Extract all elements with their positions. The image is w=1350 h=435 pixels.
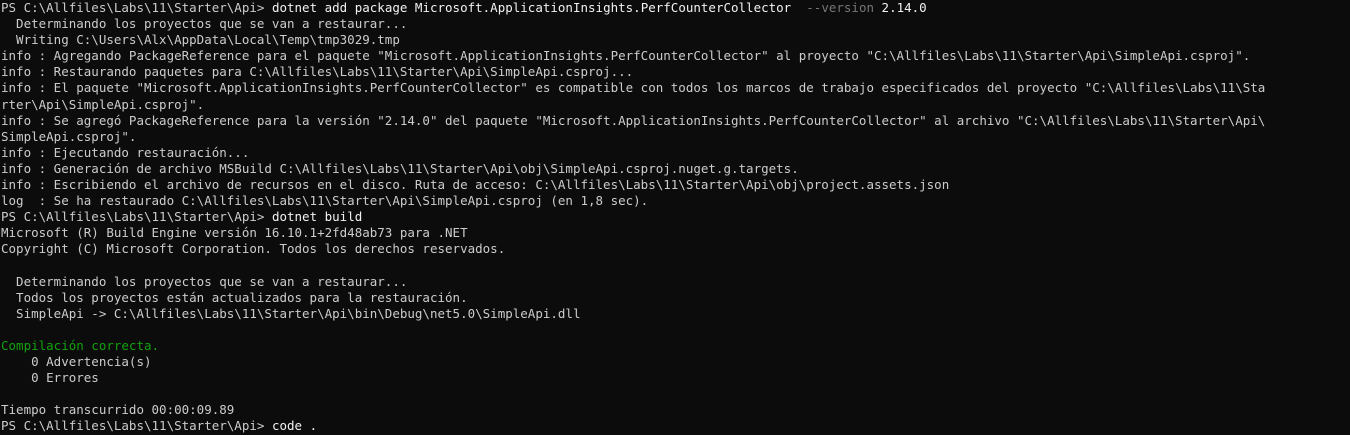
- build-success-message: Compilación correcta.: [1, 337, 160, 353]
- command-text: code .: [271, 418, 318, 434]
- command-line: PS C:\Allfiles\Labs\11\Starter\Api> dotn…: [1, 209, 1350, 225]
- output-line: info : Escribiendo el archivo de recurso…: [1, 177, 950, 193]
- output-line: info : Se agregó PackageReference para l…: [1, 112, 1266, 128]
- output-line: Determinando los proyectos que se van a …: [1, 16, 408, 32]
- output-line: info : Generación de archivo MSBuild C:\…: [1, 160, 799, 176]
- command-text: dotnet build: [271, 209, 363, 225]
- output-line: Copyright (C) Microsoft Corporation. Tod…: [1, 241, 506, 257]
- command-flag: --version: [791, 0, 875, 15]
- error-count: 0 Errores: [1, 370, 99, 386]
- command-line: PS C:\Allfiles\Labs\11\Starter\Api> code…: [1, 418, 1350, 434]
- command-arg: 2.14.0: [874, 0, 927, 15]
- output-line: SimpleApi.csproj".: [1, 128, 137, 144]
- output-line: log : Se ha restaurado C:\Allfiles\Labs\…: [1, 193, 649, 209]
- output-line: info : Restaurando paquetes para C:\Allf…: [1, 64, 634, 80]
- output-line: info : Agregando PackageReference para e…: [1, 48, 1251, 64]
- prompt: PS C:\Allfiles\Labs\11\Starter\Api>: [1, 418, 272, 434]
- prompt: PS C:\Allfiles\Labs\11\Starter\Api>: [1, 0, 272, 15]
- command-line: PS C:\Allfiles\Labs\11\Starter\Api> dotn…: [1, 0, 1350, 16]
- output-line: SimpleApi -> C:\Allfiles\Labs\11\Starter…: [1, 305, 581, 321]
- output-line: info : Ejecutando restauración...: [1, 144, 250, 160]
- output-line: Todos los proyectos están actualizados p…: [1, 289, 468, 305]
- output-line: info : El paquete "Microsoft.Application…: [1, 80, 1266, 96]
- elapsed-time: Tiempo transcurrido 00:00:09.89: [1, 402, 235, 418]
- output-line: Microsoft (R) Build Engine versión 16.10…: [1, 225, 468, 241]
- terminal-window[interactable]: PS C:\Allfiles\Labs\11\Starter\Api> dotn…: [0, 0, 1350, 435]
- prompt: PS C:\Allfiles\Labs\11\Starter\Api>: [1, 209, 272, 225]
- output-line: rter\Api\SimpleApi.csproj".: [1, 96, 205, 112]
- command-text: dotnet add package Microsoft.Application…: [271, 0, 792, 15]
- output-line: Determinando los proyectos que se van a …: [1, 273, 408, 289]
- warning-count: 0 Advertencia(s): [1, 354, 152, 370]
- output-line: Writing C:\Users\Alx\AppData\Local\Temp\…: [1, 32, 400, 48]
